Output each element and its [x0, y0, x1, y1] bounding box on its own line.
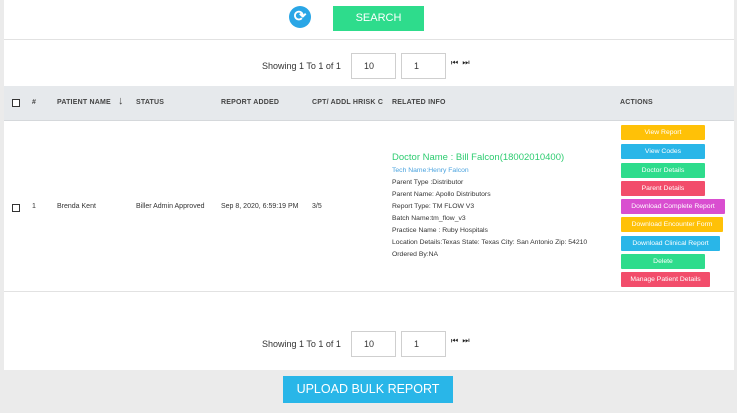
refresh-icon[interactable]: ⟳ [289, 6, 311, 28]
showing-count: Showing 1 To 1 of 1 [262, 339, 341, 349]
patient-name: Brenda Kent [57, 203, 96, 210]
doctor-name: Doctor Name : Bill Falcon(18002010400) [392, 152, 565, 163]
location-details: Location Details:Texas State: Texas City… [392, 239, 588, 246]
showing-count: Showing 1 To 1 of 1 [262, 61, 341, 71]
download-clinical-report-button[interactable]: Download Clinical Report [621, 236, 720, 251]
header-cpt: CPT/ ADDL HRISK C [312, 99, 384, 106]
status: Biller Admin Approved [136, 203, 205, 210]
view-codes-button[interactable]: View Codes [621, 144, 705, 159]
header-patient-name[interactable]: PATIENT NAME [57, 99, 111, 106]
select-all-checkbox[interactable] [12, 99, 20, 107]
delete-button[interactable]: Delete [621, 254, 705, 269]
page-size-select[interactable]: 10 [351, 331, 396, 357]
pagination-top: Showing 1 To 1 of 1 10 1 ⏮ ⏭ [262, 53, 482, 79]
table-header: # PATIENT NAME ↓ STATUS REPORT ADDED CPT… [4, 86, 734, 121]
parent-details-button[interactable]: Parent Details [621, 181, 705, 196]
practice-name: Practice Name : Ruby Hospitals [392, 227, 488, 234]
report-panel: ⟳ SEARCH Showing 1 To 1 of 1 10 1 ⏮ ⏭ # … [4, 0, 734, 370]
page-number-input[interactable]: 1 [401, 53, 446, 79]
header-actions: ACTIONS [620, 99, 653, 106]
first-last-page-icon[interactable]: ⏮ ⏭ [451, 336, 471, 346]
view-report-button[interactable]: View Report [621, 125, 705, 140]
sort-arrow-icon[interactable]: ↓ [118, 95, 124, 107]
parent-name: Parent Name: Apollo Distributors [392, 191, 491, 198]
cpt-value: 3/5 [312, 203, 322, 210]
upload-bulk-report-button[interactable]: UPLOAD BULK REPORT [283, 376, 453, 403]
header-num: # [32, 99, 37, 106]
parent-type: Parent Type :Distributor [392, 179, 464, 186]
batch-name: Batch Name:tm_flow_v3 [392, 215, 466, 222]
row-checkbox[interactable] [12, 204, 20, 212]
tech-name: Tech Name:Henry Falcon [392, 167, 469, 174]
ordered-by: Ordered By:NA [392, 251, 439, 258]
row-num: 1 [32, 203, 36, 210]
download-complete-report-button[interactable]: Download Complete Report [621, 199, 725, 214]
doctor-details-button[interactable]: Doctor Details [621, 163, 705, 178]
header-status: STATUS [136, 99, 165, 106]
header-report-added: REPORT ADDED [221, 99, 280, 106]
first-last-page-icon[interactable]: ⏮ ⏭ [451, 58, 471, 68]
manage-patient-details-button[interactable]: Manage Patient Details [621, 272, 710, 287]
page-number-input[interactable]: 1 [401, 331, 446, 357]
download-encounter-form-button[interactable]: Download Encounter Form [621, 217, 723, 232]
report-type: Report Type: TM FLOW V3 [392, 203, 475, 210]
pagination-bottom: Showing 1 To 1 of 1 10 1 ⏮ ⏭ [262, 331, 482, 357]
report-added: Sep 8, 2020, 6:59:19 PM [221, 203, 299, 210]
page-size-select[interactable]: 10 [351, 53, 396, 79]
table-row: 1 Brenda Kent Biller Admin Approved Sep … [4, 121, 734, 292]
search-button[interactable]: SEARCH [333, 6, 424, 31]
header-related-info: RELATED INFO [392, 99, 446, 106]
search-toolbar: ⟳ SEARCH [4, 0, 734, 40]
